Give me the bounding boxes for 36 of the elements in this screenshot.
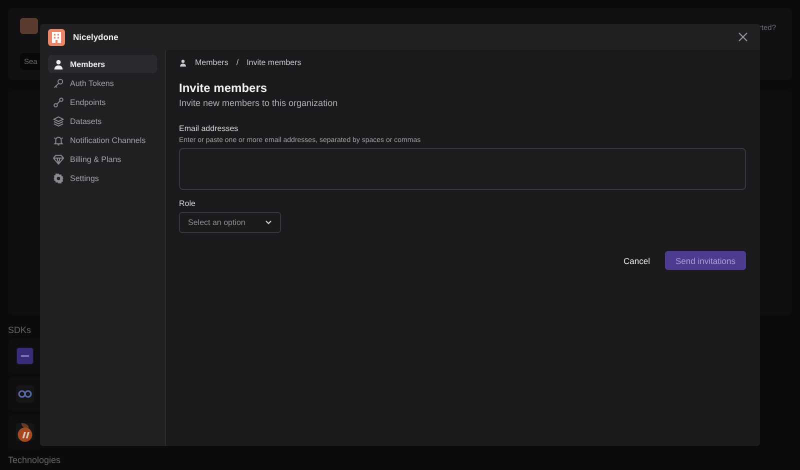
email-input-field[interactable] <box>179 148 746 190</box>
person-icon <box>53 58 64 70</box>
layers-icon <box>53 116 64 126</box>
sidebar-item[interactable]: Members <box>48 55 157 73</box>
email-label: Email addresses <box>179 124 240 133</box>
fruit-logo-icon <box>16 420 34 444</box>
role-label: Role <box>179 199 196 208</box>
go-logo-icon <box>17 389 33 399</box>
sdk-card[interactable] <box>8 415 40 449</box>
organization-name: Nicelydone <box>73 32 118 42</box>
sidebar-item[interactable]: Notification Channels <box>48 131 157 149</box>
breadcrumb-link[interactable]: Members <box>195 58 228 67</box>
dotnet-logo-icon <box>17 348 33 364</box>
page-subtitle: Invite new members to this organization <box>179 98 339 108</box>
link-icon <box>53 96 64 108</box>
breadcrumb-link[interactable]: Invite members <box>246 58 302 67</box>
cancel-button[interactable]: Cancel <box>624 252 650 270</box>
gear-icon <box>53 172 64 184</box>
sidebar-item[interactable]: Endpoints <box>48 93 157 111</box>
breadcrumb-separator: / <box>236 58 239 67</box>
sidebar-item[interactable]: Auth Tokens <box>48 74 157 92</box>
diamond-icon <box>53 154 64 164</box>
sdks-heading: SDKs <box>8 325 32 335</box>
sidebar-item[interactable]: Billing & Plans <box>48 150 157 168</box>
chevron-down-icon <box>265 220 272 225</box>
bell-icon <box>53 134 64 146</box>
send-invitations-button[interactable]: Send invitations <box>665 251 746 270</box>
role-dropdown[interactable]: Select an option <box>179 212 281 233</box>
sidebar-item[interactable]: Datasets <box>48 112 157 130</box>
technologies-heading: Technologies <box>8 455 62 465</box>
close-icon[interactable] <box>738 32 748 42</box>
sdk-card[interactable] <box>8 377 40 411</box>
page-title: Invite members <box>179 81 268 95</box>
person-icon <box>179 58 187 66</box>
key-icon <box>53 78 64 88</box>
sidebar-item[interactable]: Settings <box>48 169 157 187</box>
